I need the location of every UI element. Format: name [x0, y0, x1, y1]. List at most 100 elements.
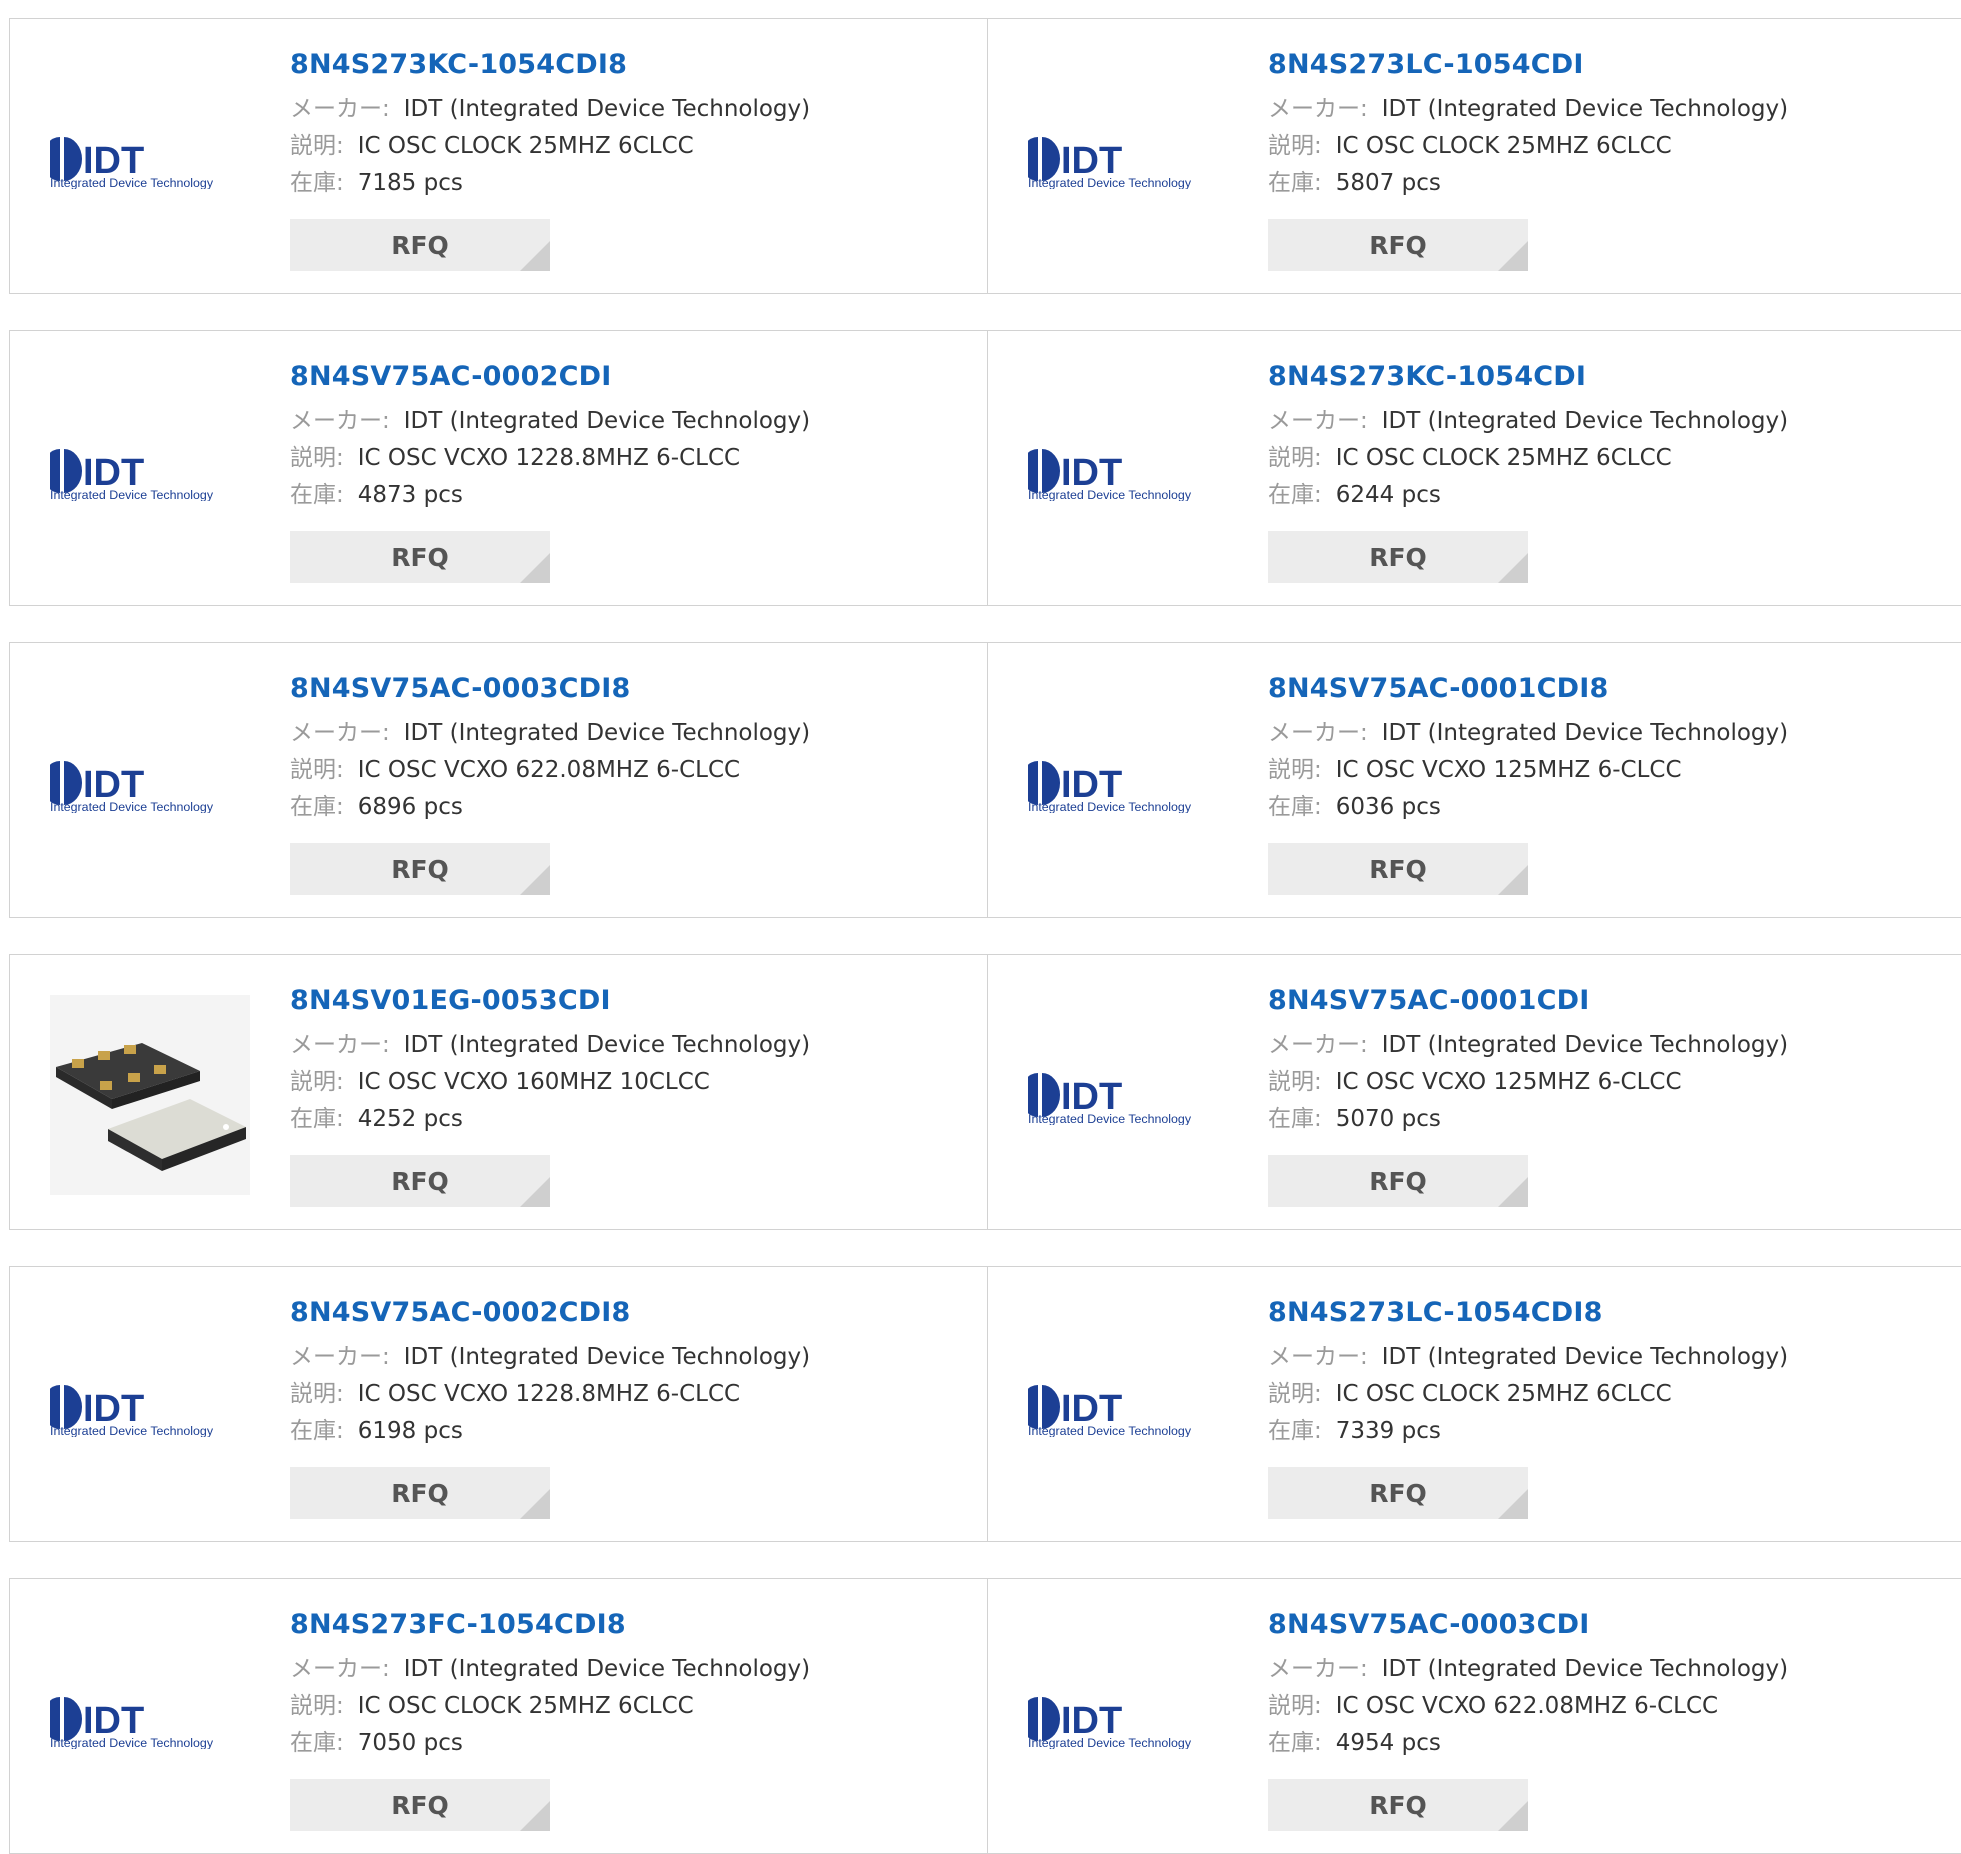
- maker-label: メーカー:: [1268, 1344, 1368, 1370]
- product-image[interactable]: IDT Integrated Device Technology: [50, 371, 250, 571]
- stock-row: 在庫: 5807 pcs: [1268, 165, 1788, 202]
- part-number-link[interactable]: 8N4SV75AC-0001CDI: [1268, 983, 1788, 1019]
- maker-row: メーカー: IDT (Integrated Device Technology): [1268, 715, 1788, 752]
- oscillator-photo-icon: [50, 995, 250, 1195]
- product-image[interactable]: IDT Integrated Device Technology: [1028, 995, 1228, 1195]
- maker-label: メーカー:: [1268, 720, 1368, 746]
- product-image[interactable]: IDT Integrated Device Technology: [50, 1619, 250, 1819]
- rfq-button[interactable]: RFQ: [1268, 219, 1528, 271]
- product-image[interactable]: IDT Integrated Device Technology: [1028, 1619, 1228, 1819]
- description-label: 説明:: [290, 1069, 344, 1095]
- product-image[interactable]: IDT Integrated Device Technology: [50, 1307, 250, 1507]
- maker-row: メーカー: IDT (Integrated Device Technology): [1268, 1339, 1788, 1376]
- corner-triangle-icon: [1498, 241, 1528, 271]
- stock-row: 在庫: 6198 pcs: [290, 1413, 810, 1450]
- rfq-label: RFQ: [1369, 230, 1427, 260]
- maker-label: メーカー:: [1268, 1656, 1368, 1682]
- stock-row: 在庫: 6896 pcs: [290, 789, 810, 826]
- product-card: IDT Integrated Device Technology 8N4SV75…: [988, 1578, 1961, 1854]
- stock-label: 在庫:: [1268, 794, 1322, 820]
- part-number-link[interactable]: 8N4SV75AC-0002CDI: [290, 359, 810, 395]
- maker-value: IDT (Integrated Device Technology): [403, 96, 811, 122]
- maker-label: メーカー:: [1268, 408, 1368, 434]
- part-number-link[interactable]: 8N4SV75AC-0003CDI: [1268, 1607, 1788, 1643]
- product-card: IDT Integrated Device Technology 8N4SV75…: [988, 642, 1961, 918]
- maker-value: IDT (Integrated Device Technology): [1381, 1656, 1789, 1682]
- part-number-link[interactable]: 8N4S273LC-1054CDI8: [1268, 1295, 1788, 1331]
- stock-value: 7050 pcs: [357, 1730, 463, 1756]
- product-image[interactable]: IDT Integrated Device Technology: [1028, 371, 1228, 571]
- rfq-button[interactable]: RFQ: [1268, 843, 1528, 895]
- stock-row: 在庫: 4954 pcs: [1268, 1725, 1788, 1762]
- rfq-button[interactable]: RFQ: [1268, 1467, 1528, 1519]
- product-image[interactable]: IDT Integrated Device Technology: [50, 683, 250, 883]
- description-label: 説明:: [290, 1693, 344, 1719]
- description-row: 説明: IC OSC VCXO 160MHZ 10CLCC: [290, 1064, 810, 1101]
- product-image[interactable]: IDT Integrated Device Technology: [1028, 59, 1228, 259]
- description-value: IC OSC CLOCK 25MHZ 6CLCC: [1335, 1381, 1672, 1407]
- product-card: IDT Integrated Device Technology 8N4SV75…: [988, 954, 1961, 1230]
- description-value: IC OSC CLOCK 25MHZ 6CLCC: [357, 1693, 694, 1719]
- maker-value: IDT (Integrated Device Technology): [403, 1032, 811, 1058]
- corner-triangle-icon: [520, 553, 550, 583]
- part-number-link[interactable]: 8N4S273LC-1054CDI: [1268, 47, 1788, 83]
- stock-label: 在庫:: [1268, 482, 1322, 508]
- maker-label: メーカー:: [290, 720, 390, 746]
- maker-row: メーカー: IDT (Integrated Device Technology): [290, 1651, 810, 1688]
- description-value: IC OSC VCXO 160MHZ 10CLCC: [357, 1069, 710, 1095]
- description-value: IC OSC CLOCK 25MHZ 6CLCC: [357, 133, 694, 159]
- stock-label: 在庫:: [290, 1418, 344, 1444]
- part-number-link[interactable]: 8N4S273KC-1054CDI8: [290, 47, 810, 83]
- rfq-label: RFQ: [391, 230, 449, 260]
- maker-label: メーカー:: [290, 96, 390, 122]
- logo-tagline: Integrated Device Technology: [50, 176, 214, 189]
- description-label: 説明:: [290, 445, 344, 471]
- part-number-link[interactable]: 8N4S273KC-1054CDI: [1268, 359, 1788, 395]
- rfq-button[interactable]: RFQ: [290, 219, 550, 271]
- product-grid: IDT Integrated Device Technology 8N4S273…: [9, 18, 1961, 1854]
- corner-triangle-icon: [520, 241, 550, 271]
- maker-value: IDT (Integrated Device Technology): [1381, 408, 1789, 434]
- product-image[interactable]: IDT Integrated Device Technology: [50, 59, 250, 259]
- product-image[interactable]: IDT Integrated Device Technology: [1028, 683, 1228, 883]
- product-image[interactable]: IDT Integrated Device Technology: [1028, 1307, 1228, 1507]
- description-row: 説明: IC OSC CLOCK 25MHZ 6CLCC: [1268, 1376, 1788, 1413]
- rfq-button[interactable]: RFQ: [1268, 1779, 1528, 1831]
- description-label: 説明:: [290, 757, 344, 783]
- rfq-button[interactable]: RFQ: [290, 843, 550, 895]
- rfq-button[interactable]: RFQ: [290, 531, 550, 583]
- part-number-link[interactable]: 8N4SV75AC-0002CDI8: [290, 1295, 810, 1331]
- stock-value: 4954 pcs: [1335, 1730, 1441, 1756]
- part-number-link[interactable]: 8N4SV75AC-0001CDI8: [1268, 671, 1788, 707]
- part-number-link[interactable]: 8N4S273FC-1054CDI8: [290, 1607, 810, 1643]
- rfq-button[interactable]: RFQ: [290, 1467, 550, 1519]
- rfq-button[interactable]: RFQ: [290, 1155, 550, 1207]
- corner-triangle-icon: [1498, 553, 1528, 583]
- product-info: 8N4S273FC-1054CDI8 メーカー: IDT (Integrated …: [290, 1607, 810, 1762]
- product-card: IDT Integrated Device Technology 8N4SV75…: [9, 642, 988, 918]
- logo-tagline: Integrated Device Technology: [1028, 1112, 1192, 1125]
- part-number-link[interactable]: 8N4SV01EG-0053CDI: [290, 983, 810, 1019]
- stock-row: 在庫: 6036 pcs: [1268, 789, 1788, 826]
- description-label: 説明:: [1268, 757, 1322, 783]
- rfq-button[interactable]: RFQ: [1268, 531, 1528, 583]
- product-image[interactable]: [50, 995, 250, 1195]
- stock-value: 6036 pcs: [1335, 794, 1441, 820]
- maker-value: IDT (Integrated Device Technology): [1381, 1344, 1789, 1370]
- description-label: 説明:: [1268, 1069, 1322, 1095]
- part-number-link[interactable]: 8N4SV75AC-0003CDI8: [290, 671, 810, 707]
- maker-row: メーカー: IDT (Integrated Device Technology): [290, 91, 810, 128]
- rfq-label: RFQ: [391, 1790, 449, 1820]
- description-row: 説明: IC OSC VCXO 1228.8MHZ 6-CLCC: [290, 440, 810, 477]
- maker-label: メーカー:: [290, 1032, 390, 1058]
- rfq-label: RFQ: [391, 542, 449, 572]
- idt-logo-icon: IDT Integrated Device Technology: [1028, 1697, 1192, 1749]
- maker-label: メーカー:: [290, 408, 390, 434]
- stock-label: 在庫:: [290, 170, 344, 196]
- rfq-button[interactable]: RFQ: [290, 1779, 550, 1831]
- maker-value: IDT (Integrated Device Technology): [1381, 1032, 1789, 1058]
- rfq-button[interactable]: RFQ: [1268, 1155, 1528, 1207]
- rfq-label: RFQ: [1369, 1166, 1427, 1196]
- maker-row: メーカー: IDT (Integrated Device Technology): [1268, 1027, 1788, 1064]
- rfq-label: RFQ: [391, 1478, 449, 1508]
